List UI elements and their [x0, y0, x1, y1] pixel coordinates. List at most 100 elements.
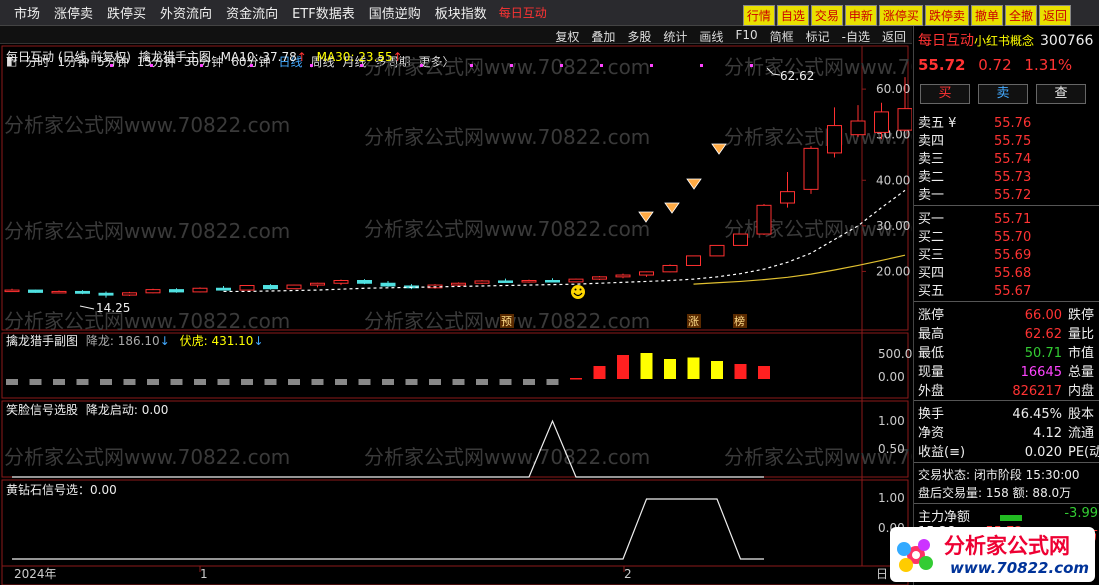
top-button[interactable]: 自选	[776, 5, 809, 26]
sub1-bar	[217, 379, 230, 385]
top-button[interactable]: 交易	[810, 5, 843, 26]
top-menu-item[interactable]: 市场	[14, 3, 40, 22]
query-button[interactable]: 查	[1036, 84, 1086, 104]
chart-area[interactable]: 分析家公式网www.70822.com 分析家公式网www.70822.com 分析…	[0, 44, 912, 585]
top-menu-item[interactable]: 国债逆购	[369, 3, 421, 22]
top-button[interactable]: 撤单	[970, 5, 1003, 26]
toolbar-button[interactable]: 叠加	[591, 28, 615, 45]
bid-price: 55.68	[994, 266, 1032, 281]
sub1-bar	[711, 361, 723, 379]
sub1-bar	[264, 379, 277, 385]
sub2-tick-label: 0.50	[878, 442, 905, 456]
ask-price: 55.74	[994, 152, 1032, 167]
sub2-header: 笑脸信号选股 降龙启动: 0.00	[6, 401, 168, 418]
bid-price: 55.67	[994, 284, 1032, 299]
fin-label-right: 股本	[1068, 407, 1095, 422]
candle-body	[145, 289, 161, 294]
sub3-title[interactable]: 黄钻石信号选：0.00	[6, 483, 117, 497]
top-button[interactable]: 全撤	[1004, 5, 1037, 26]
fin-label: 收益(≡)	[918, 445, 966, 460]
fin-value: 4.12	[1033, 426, 1062, 441]
top-button[interactable]: 跌停卖	[924, 5, 969, 26]
stat-label-right: 内盘	[1068, 384, 1095, 399]
toolbar-button[interactable]: 标记	[806, 28, 830, 45]
top-menu-item[interactable]: ETF数据表	[292, 3, 355, 22]
active-stock-tab[interactable]: 每日互动	[499, 4, 547, 21]
watermark-text: 分析家公式网www.70822.com	[364, 445, 650, 469]
y-tick-label: 20.00	[876, 264, 910, 278]
signal-dot	[600, 64, 603, 67]
signal-dot	[650, 64, 653, 67]
stat-value: 66.00	[1024, 308, 1062, 323]
candle-body	[874, 111, 889, 133]
buy-button[interactable]: 买	[920, 84, 970, 104]
top-menu-item[interactable]: 外资流向	[160, 3, 212, 22]
stock-name: 每日互动	[918, 33, 974, 49]
toolbar-button[interactable]: 多股	[627, 28, 651, 45]
x-axis-label: 1	[200, 567, 208, 581]
sub1-bar	[476, 379, 488, 385]
orderbook-divider	[914, 205, 1099, 206]
sub1-bar	[429, 379, 441, 385]
candle-body	[592, 276, 607, 280]
candle-body	[897, 108, 912, 131]
stat-label: 最低	[918, 346, 945, 361]
top-button[interactable]: 涨停买	[878, 5, 923, 26]
bid-row: 买四 55.68	[918, 262, 1031, 281]
watermark-text: 分析家公式网www.70822.com	[4, 309, 290, 333]
candle-body	[333, 280, 349, 284]
smiley-eye	[579, 288, 582, 291]
sub1-bar	[147, 379, 159, 385]
top-button[interactable]: 申新	[844, 5, 877, 26]
ma30-line	[693, 254, 906, 285]
ask-row: 卖五 ¥ 55.76	[918, 112, 1031, 131]
bid-label: 买四	[918, 266, 945, 281]
toolbar-button[interactable]: -自选	[842, 28, 870, 45]
toolbar-button[interactable]: 统计	[663, 28, 687, 45]
toolbar-button[interactable]: 画线	[699, 28, 723, 45]
sub1-bar	[194, 379, 206, 385]
site-logo: 分析家公式网 www.70822.com	[890, 527, 1095, 582]
candle-body	[850, 120, 866, 136]
logo-text: 分析家公式网	[944, 534, 1070, 558]
ask-row: 卖四 55.75	[918, 130, 1031, 149]
candle-body	[192, 287, 208, 293]
main-net-bar	[1000, 514, 1023, 521]
toolbar-button[interactable]: 简框	[770, 28, 794, 45]
top-button[interactable]: 返回	[1038, 5, 1071, 26]
bid-row: 买二 55.70	[918, 226, 1031, 245]
candle-body	[803, 147, 819, 190]
top-menu-item[interactable]: 跌停买	[107, 3, 146, 22]
ask-row: 卖二 55.73	[918, 166, 1031, 185]
sub1-bar	[664, 359, 676, 379]
candle-body	[733, 233, 748, 246]
stat-row: 现量 16645 总量	[918, 361, 1094, 380]
toolbar-button[interactable]: 返回	[882, 28, 906, 45]
sell-button[interactable]: 卖	[978, 84, 1028, 104]
stat-value: 62.62	[1024, 327, 1062, 342]
stock-concept[interactable]: 小红书概念	[974, 34, 1034, 48]
toolbar-button[interactable]: F10	[735, 28, 757, 45]
top-menu-item[interactable]: 板块指数	[435, 3, 487, 22]
y-tick-label: 30.00	[876, 219, 910, 233]
sub2-tick-label: 1.00	[878, 414, 905, 428]
candle-body	[474, 280, 490, 284]
toolbar-button[interactable]: 复权	[555, 28, 579, 45]
ask-label: 卖一	[918, 188, 945, 203]
sub1-bar	[523, 379, 535, 385]
status-divider	[914, 462, 1099, 463]
top-menu-item[interactable]: 涨停卖	[54, 3, 93, 22]
sub1-title[interactable]: 擒龙猎手副图	[6, 334, 78, 348]
quote-panel: 每日互动小红书概念 300766 55.72 0.72 1.31% 买 卖 查 卖…	[913, 26, 1099, 585]
sub2-title[interactable]: 笑脸信号选股	[6, 403, 78, 417]
sub1-bar	[53, 379, 65, 385]
main-net-value: -3.99	[1064, 506, 1098, 521]
stat-label-right: 跌停	[1068, 308, 1095, 323]
indicator-name[interactable]: 擒龙猎手主图	[139, 50, 211, 64]
main-title: 每日互动 (日线,前复权)	[6, 50, 131, 64]
top-menu-item[interactable]: 资金流向	[226, 3, 278, 22]
bid-row: 买三 55.69	[918, 244, 1031, 263]
bid-label: 买三	[918, 248, 945, 263]
bid-price: 55.71	[994, 212, 1032, 227]
top-button[interactable]: 行情	[742, 5, 775, 26]
